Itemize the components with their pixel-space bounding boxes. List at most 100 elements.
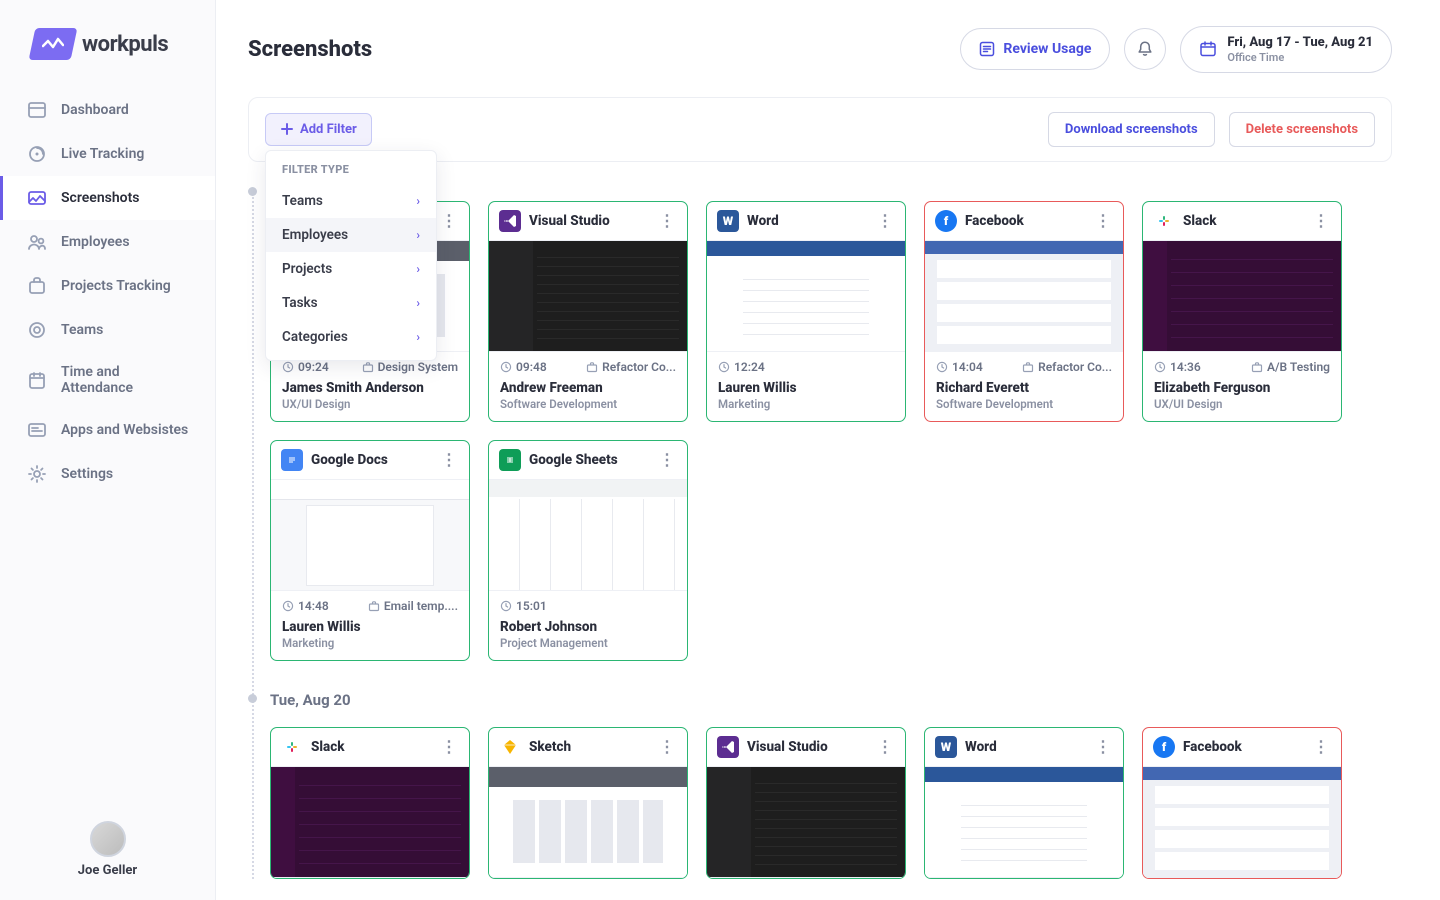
nav-icon [27, 370, 47, 390]
filter-option-projects[interactable]: Projects› [266, 252, 436, 286]
screenshot-card[interactable]: Visual Studio ⋮ [706, 727, 906, 879]
add-filter-button[interactable]: Add Filter [265, 113, 372, 146]
card-app-name: Slack [1183, 213, 1303, 229]
download-screenshots-button[interactable]: Download screenshots [1048, 112, 1215, 147]
logo[interactable]: workpuls [0, 0, 215, 82]
filter-type-dropdown: FILTER TYPE Teams›Employees›Projects›Tas… [265, 150, 437, 361]
screenshot-card[interactable]: W Word ⋮ 12:24Lauren WillisMarketing [706, 201, 906, 422]
day-header [270, 182, 1392, 183]
google-sheets-icon [499, 449, 521, 471]
screenshot-card[interactable]: Slack ⋮ 14:36A/B TestingElizabeth Fergus… [1142, 201, 1342, 422]
sidebar-item-projects-tracking[interactable]: Projects Tracking [0, 264, 215, 308]
nav-icon [27, 100, 47, 120]
briefcase-icon [1022, 361, 1034, 373]
sidebar-item-live-tracking[interactable]: Live Tracking [0, 132, 215, 176]
visual-studio-icon [499, 210, 521, 232]
filter-option-label: Projects [282, 261, 332, 277]
card-screenshot [925, 240, 1123, 352]
user-footer[interactable]: Joe Geller [0, 805, 215, 900]
visual-studio-icon [717, 736, 739, 758]
main: Screenshots Review Usage Fri, Aug 17 - T… [216, 0, 1440, 900]
filter-option-teams[interactable]: Teams › [266, 184, 436, 218]
card-app-name: Slack [311, 739, 431, 755]
card-app-name: Facebook [1183, 739, 1303, 755]
screenshot-card[interactable]: W Word ⋮ [924, 727, 1124, 879]
card-more-button[interactable]: ⋮ [875, 211, 895, 230]
card-team: Project Management [500, 636, 676, 650]
chevron-right-icon: › [416, 194, 420, 208]
screenshot-card[interactable]: f Facebook ⋮ [1142, 727, 1342, 879]
notifications-button[interactable] [1124, 28, 1166, 70]
card-screenshot [489, 240, 687, 352]
card-more-button[interactable]: ⋮ [1311, 737, 1331, 756]
clock-icon [718, 361, 730, 373]
date-range-picker[interactable]: Fri, Aug 17 - Tue, Aug 21 Office Time [1180, 26, 1392, 73]
clock-icon [500, 600, 512, 612]
card-team: Software Development [936, 397, 1112, 411]
card-time: 15:01 [516, 599, 547, 613]
nav-label: Employees [61, 234, 130, 250]
briefcase-icon [368, 600, 380, 612]
card-more-button[interactable]: ⋮ [1093, 211, 1113, 230]
sidebar-item-employees[interactable]: Employees [0, 220, 215, 264]
filter-option-label: Employees [282, 227, 348, 243]
chevron-right-icon: › [416, 330, 420, 344]
filter-option-tasks[interactable]: Tasks› [266, 286, 436, 320]
day-header: Tue, Aug 20 [270, 691, 1392, 709]
filter-option-label: Tasks [282, 295, 318, 311]
screenshot-card[interactable]: f Facebook ⋮ 14:04Refactor Co...Richard … [924, 201, 1124, 422]
card-more-button[interactable]: ⋮ [439, 450, 459, 469]
card-task: A/B Testing [1267, 360, 1330, 374]
card-app-name: Visual Studio [529, 213, 649, 229]
card-team: UX/UI Design [1154, 397, 1330, 411]
user-name: Joe Geller [0, 863, 215, 878]
card-more-button[interactable]: ⋮ [657, 737, 677, 756]
card-more-button[interactable]: ⋮ [1093, 737, 1113, 756]
nav-label: Live Tracking [61, 146, 144, 162]
filter-option-categories[interactable]: Categories› [266, 320, 436, 354]
filter-option-label: Teams [282, 193, 323, 209]
briefcase-icon [586, 361, 598, 373]
card-person: Elizabeth Ferguson [1154, 380, 1330, 396]
review-usage-button[interactable]: Review Usage [960, 28, 1110, 70]
card-person: Richard Everett [936, 380, 1112, 396]
card-task: Email temp.... [384, 599, 458, 613]
screenshot-card[interactable]: Google Sheets ⋮ 15:01Robert JohnsonProje… [488, 440, 688, 661]
filter-option-employees[interactable]: Employees › [266, 218, 436, 252]
google-docs-icon [281, 449, 303, 471]
card-more-button[interactable]: ⋮ [657, 211, 677, 230]
avatar [90, 821, 126, 857]
card-more-button[interactable]: ⋮ [875, 737, 895, 756]
sidebar-item-time-and-attendance[interactable]: Time and Attendance [0, 352, 215, 408]
slack-icon [281, 736, 303, 758]
card-more-button[interactable]: ⋮ [657, 450, 677, 469]
card-screenshot [1143, 766, 1341, 878]
word-icon: W [935, 736, 957, 758]
nav-icon [27, 320, 47, 340]
card-app-name: Word [965, 739, 1085, 755]
card-person: Lauren Willis [282, 619, 458, 635]
clock-icon [936, 361, 948, 373]
sidebar-item-apps-and-websistes[interactable]: Apps and Websistes [0, 408, 215, 452]
card-more-button[interactable]: ⋮ [1311, 211, 1331, 230]
card-more-button[interactable]: ⋮ [439, 737, 459, 756]
sidebar-item-settings[interactable]: Settings [0, 452, 215, 496]
screenshot-card[interactable]: Slack ⋮ [270, 727, 470, 879]
delete-screenshots-button[interactable]: Delete screenshots [1229, 112, 1375, 147]
sidebar-item-screenshots[interactable]: Screenshots [0, 176, 215, 220]
sidebar-item-teams[interactable]: Teams [0, 308, 215, 352]
screenshot-card[interactable]: Google Docs ⋮ 14:48Email temp....Lauren … [270, 440, 470, 661]
nav-icon [27, 144, 47, 164]
card-team: Marketing [718, 397, 894, 411]
card-more-button[interactable]: ⋮ [439, 211, 459, 230]
slack-icon [1153, 210, 1175, 232]
card-app-name: Word [747, 213, 867, 229]
card-screenshot [707, 766, 905, 878]
screenshot-card[interactable]: Visual Studio ⋮ 09:48Refactor Co...Andre… [488, 201, 688, 422]
card-time: 14:04 [952, 360, 983, 374]
chevron-right-icon: › [416, 228, 420, 242]
nav-icon [27, 232, 47, 252]
date-range-sub: Office Time [1227, 51, 1373, 64]
screenshot-card[interactable]: Sketch ⋮ [488, 727, 688, 879]
sidebar-item-dashboard[interactable]: Dashboard [0, 88, 215, 132]
